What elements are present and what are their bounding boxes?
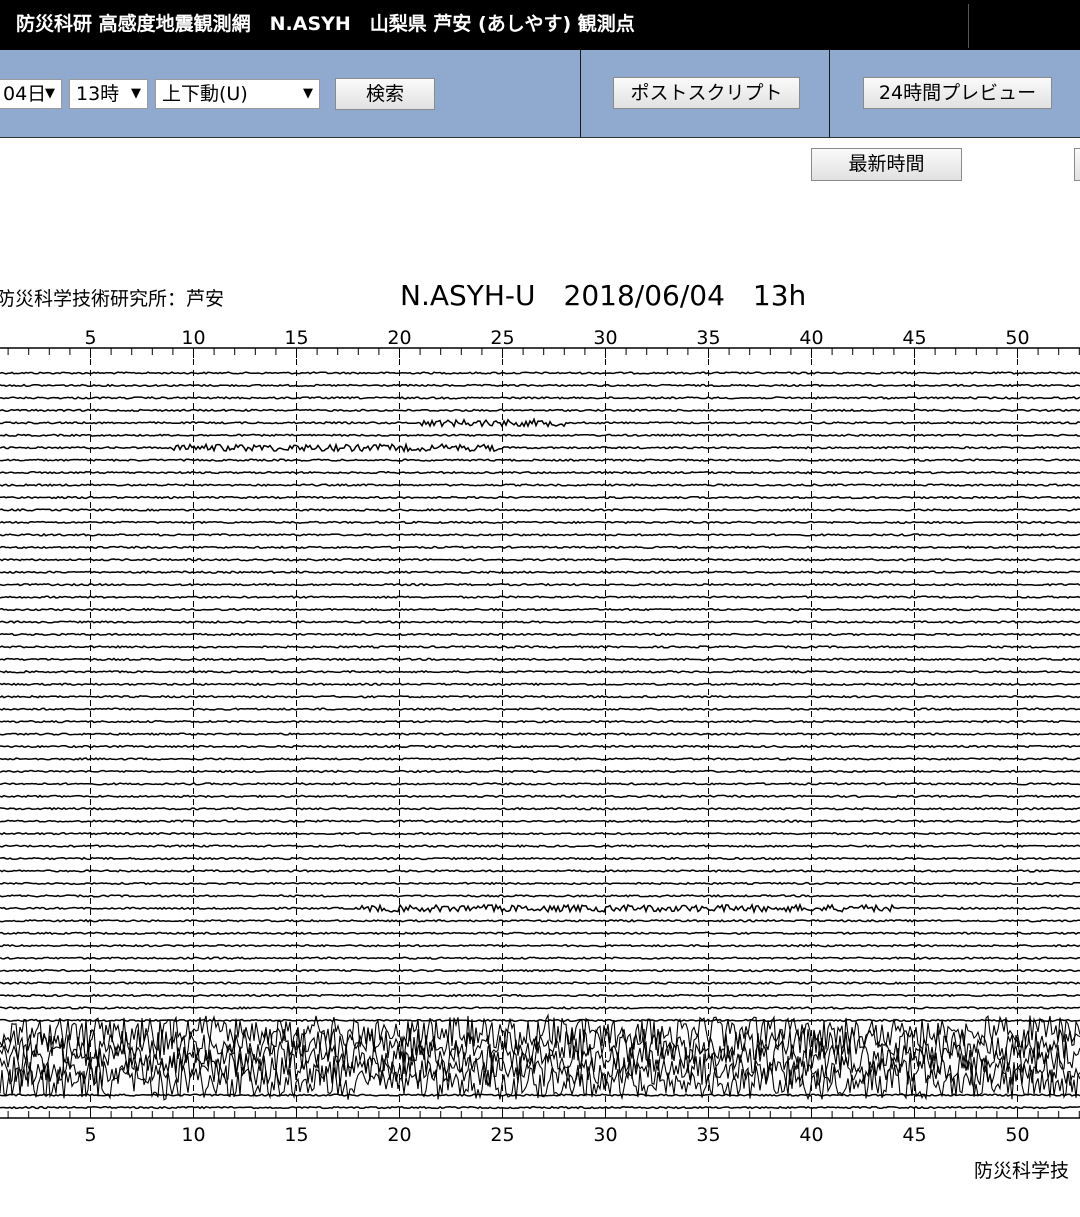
seismogram-area: 防災科学技術研究所：芦安 N.ASYH-U 2018/06/04 13h 防災科… [0,0,1080,1217]
trace-line [0,657,1080,662]
trace-line [0,869,1080,873]
top-tick-label: 30 [593,327,617,349]
trace-line [0,831,1080,836]
bottom-tick-label: 20 [387,1124,411,1146]
trace-line [0,582,1080,587]
trace-line [0,918,1080,923]
trace-line [0,557,1080,562]
trace-line [0,806,1080,811]
trace-line [0,669,1080,674]
bottom-tick-label: 40 [799,1124,823,1146]
trace-line [0,902,1080,915]
trace-line [0,682,1080,687]
trace-line [0,570,1080,574]
trace-line [0,881,1080,886]
top-tick-label: 10 [181,327,205,349]
top-tick-label: 40 [799,327,823,349]
trace-line [0,495,1080,500]
trace-line [0,620,1080,624]
trace-line [0,719,1080,724]
trace-line [0,981,1080,985]
seismogram-plot: 防災科学技術研究所：芦安 N.ASYH-U 2018/06/04 13h 防災科… [0,279,1080,1182]
top-tick-label: 35 [696,327,720,349]
trace-line [0,470,1080,475]
top-tick-label: 5 [84,327,96,349]
bottom-tick-label: 50 [1005,1124,1029,1146]
trace-line [0,943,1080,948]
trace-line [0,794,1080,799]
trace-line [0,894,1080,898]
trace-line [0,1006,1080,1010]
trace-line [0,458,1080,462]
trace-line [0,993,1080,998]
bottom-tick-label: 35 [696,1124,720,1146]
trace-line [0,508,1080,512]
trace-line [0,545,1080,550]
trace-line [0,483,1080,487]
trace-line [0,433,1080,438]
trace-line [0,1018,1080,1023]
trace-line [0,632,1080,637]
plot-title: N.ASYH-U 2018/06/04 13h [400,279,806,312]
bottom-tick-label: 10 [181,1124,205,1146]
trace-line [0,819,1080,824]
trace-line [0,694,1080,699]
trace-line [0,595,1080,599]
trace-line [0,769,1080,774]
top-tick-label: 20 [387,327,411,349]
trace-line [0,1105,1080,1110]
trace-line [0,744,1080,749]
top-tick-label: 50 [1005,327,1029,349]
trace-line [0,371,1080,375]
top-tick-label: 25 [490,327,514,349]
bottom-tick-label: 15 [284,1124,308,1146]
trace-line [0,533,1080,537]
trace-line [0,408,1080,413]
institute-label: 防災科学技術研究所：芦安 [0,288,224,310]
trace-line [0,856,1080,861]
trace-line [0,757,1080,761]
trace-line [0,396,1080,400]
bottom-tick-label: 25 [490,1124,514,1146]
bottom-tick-label: 45 [902,1124,926,1146]
trace-line [0,956,1080,960]
bottom-tick-label: 30 [593,1124,617,1146]
trace-line [0,520,1080,525]
trace-line [0,645,1080,649]
trace-line [0,607,1080,612]
trace-line [0,707,1080,711]
top-tick-label: 45 [902,327,926,349]
footer-label: 防災科学技 [974,1160,1069,1182]
top-tick-label: 15 [284,327,308,349]
trace-line [0,844,1080,849]
trace-line [0,968,1080,973]
trace-line [0,442,1080,454]
trace-line [0,417,1080,429]
trace-line [0,383,1080,388]
trace-line [0,931,1080,936]
trace-line [0,732,1080,736]
trace-line [0,782,1080,786]
bottom-tick-label: 5 [84,1124,96,1146]
